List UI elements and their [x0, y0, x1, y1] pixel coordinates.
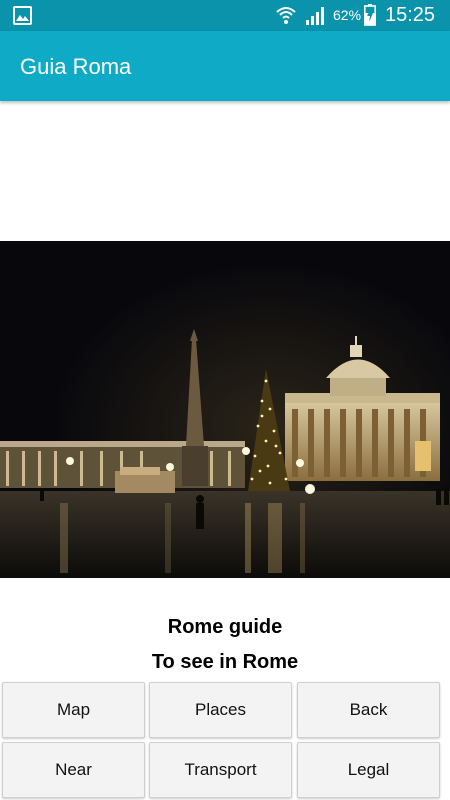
- battery-percent: 62%: [333, 7, 362, 23]
- app-title: Guia Roma: [20, 54, 132, 79]
- places-button[interactable]: Places: [149, 682, 292, 738]
- status-clock: 15:25: [385, 4, 436, 26]
- wifi-icon: [276, 7, 296, 24]
- app-bar: Guia Roma: [0, 31, 450, 101]
- near-button[interactable]: Near: [2, 742, 145, 798]
- transport-button[interactable]: Transport: [149, 742, 292, 798]
- status-bar: 62% 15:25: [0, 0, 450, 31]
- signal-icon: [306, 7, 324, 25]
- legal-button[interactable]: Legal: [297, 742, 440, 798]
- map-button[interactable]: Map: [2, 682, 145, 738]
- heading-to-see-in-rome: To see in Rome: [151, 651, 299, 673]
- battery-charging-icon: [364, 4, 376, 26]
- gallery-icon: [13, 6, 32, 25]
- back-button[interactable]: Back: [297, 682, 440, 738]
- heading-rome-guide: Rome guide: [167, 616, 283, 638]
- st-peters-square-night-photo: [0, 241, 450, 578]
